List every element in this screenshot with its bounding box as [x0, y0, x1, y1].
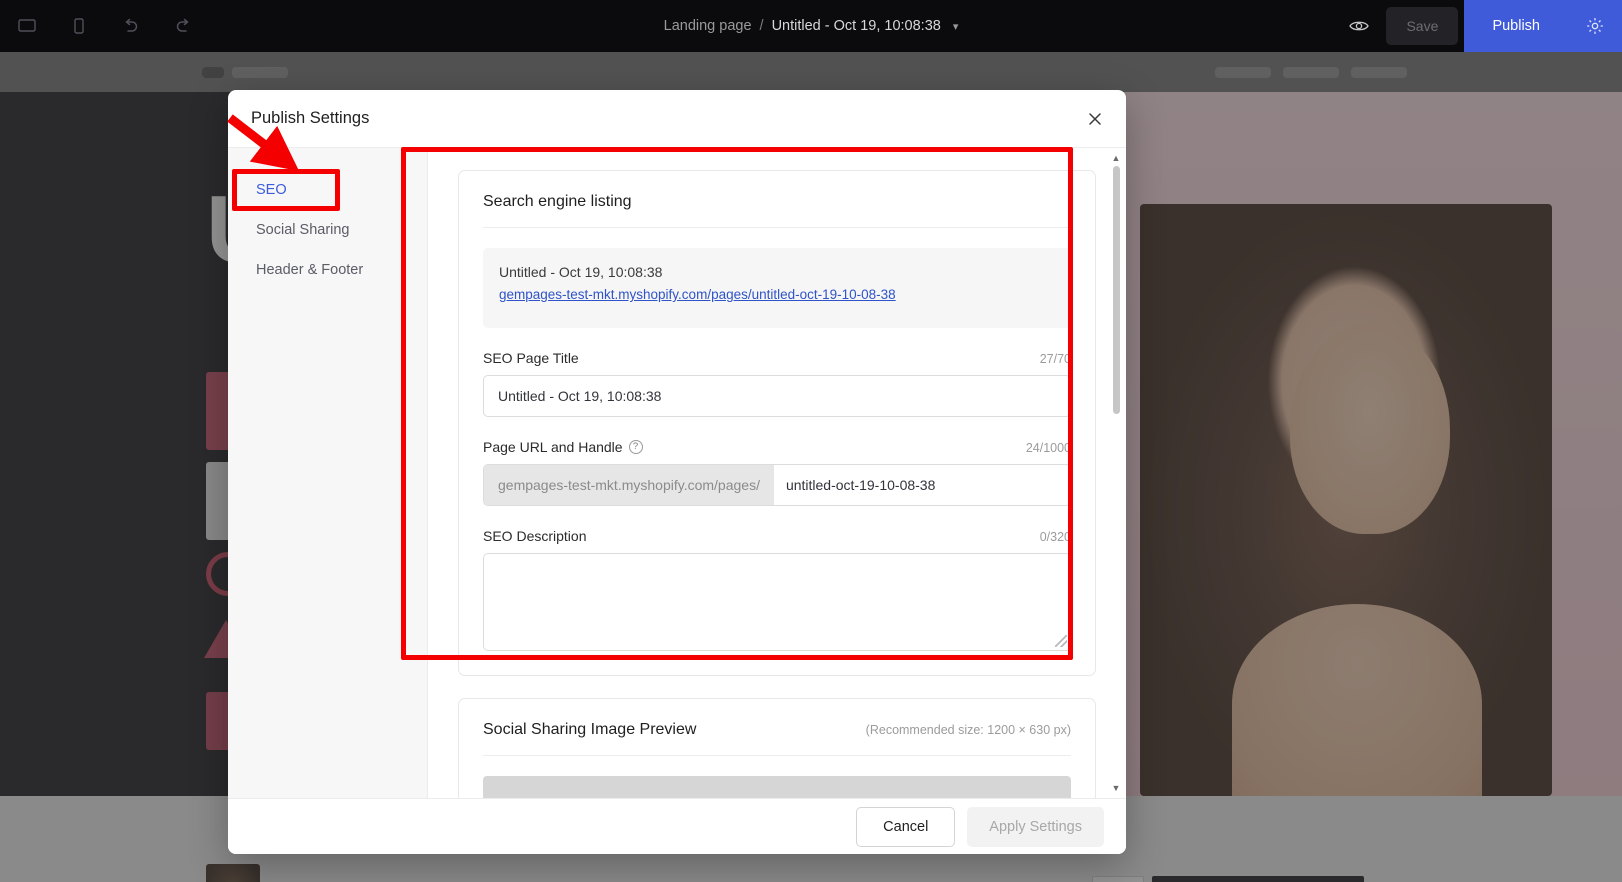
publish-settings-modal: Publish Settings SEO Social Sharing Head…: [228, 90, 1126, 854]
page-title[interactable]: Untitled - Oct 19, 10:08:38: [772, 18, 941, 34]
seo-page-title-label: SEO Page Title: [483, 350, 579, 366]
page-url-handle-input-group: gempages-test-mkt.myshopify.com/pages/ u…: [483, 464, 1071, 506]
desktop-view-icon[interactable]: [6, 6, 48, 46]
scrollbar-track[interactable]: [1113, 158, 1120, 788]
undo-icon[interactable]: [110, 6, 152, 46]
page-url-handle-label-text: Page URL and Handle: [483, 439, 623, 455]
search-engine-listing-title: Search engine listing: [483, 193, 632, 211]
serp-preview: Untitled - Oct 19, 10:08:38 gempages-tes…: [483, 248, 1071, 328]
field-header: SEO Page Title 27/70: [483, 350, 1071, 366]
redo-icon[interactable]: [162, 6, 204, 46]
gear-icon[interactable]: [1568, 0, 1622, 52]
scroll-up-arrow-icon[interactable]: ▲: [1110, 152, 1122, 164]
serp-preview-url[interactable]: gempages-test-mkt.myshopify.com/pages/un…: [499, 287, 1055, 302]
publish-button[interactable]: Publish: [1464, 0, 1568, 52]
breadcrumb-separator: /: [760, 18, 764, 34]
sidebar-item-label: SEO: [256, 182, 287, 198]
seo-description-field: SEO Description 0/320: [483, 528, 1071, 651]
close-icon[interactable]: [1080, 104, 1110, 134]
modal-body: SEO Social Sharing Header & Footer Searc…: [228, 148, 1126, 798]
cancel-button[interactable]: Cancel: [856, 807, 955, 847]
seo-page-title-field: SEO Page Title 27/70 Untitled - Oct 19, …: [483, 350, 1071, 417]
sidebar-item-label: Social Sharing: [256, 222, 350, 238]
field-header: Page URL and Handle ? 24/1000: [483, 439, 1071, 455]
seo-page-title-input[interactable]: Untitled - Oct 19, 10:08:38: [483, 375, 1071, 417]
modal-sidebar: SEO Social Sharing Header & Footer: [228, 148, 428, 798]
screen-root: U Taste + Buy Now: [0, 0, 1622, 882]
card-title: Social Sharing Image Preview (Recommende…: [483, 721, 1071, 756]
scroll-down-arrow-icon[interactable]: ▼: [1110, 782, 1122, 794]
modal-header: Publish Settings: [228, 90, 1126, 148]
settings-scroll-area: Search engine listing Untitled - Oct 19,…: [428, 148, 1126, 798]
eye-icon[interactable]: [1332, 0, 1386, 52]
modal-content-panel: Search engine listing Untitled - Oct 19,…: [428, 148, 1126, 798]
top-bar-actions: Save Publish: [1332, 0, 1622, 52]
serp-preview-title: Untitled - Oct 19, 10:08:38: [499, 264, 1055, 280]
page-url-handle-counter: 24/1000: [1026, 441, 1071, 455]
sidebar-item-header-footer[interactable]: Header & Footer: [228, 250, 427, 290]
seo-description-textarea[interactable]: [483, 553, 1071, 651]
social-sharing-image-title: Social Sharing Image Preview: [483, 721, 696, 739]
seo-description-counter: 0/320: [1040, 530, 1071, 544]
search-engine-listing-card: Search engine listing Untitled - Oct 19,…: [458, 170, 1096, 676]
mobile-view-icon[interactable]: [58, 6, 100, 46]
editor-top-bar: Landing page / Untitled - Oct 19, 10:08:…: [0, 0, 1622, 52]
modal-title: Publish Settings: [251, 109, 369, 128]
field-header: SEO Description 0/320: [483, 528, 1071, 544]
sidebar-item-label: Header & Footer: [256, 262, 363, 278]
page-handle-input[interactable]: untitled-oct-19-10-08-38: [774, 465, 1070, 505]
help-circle-icon[interactable]: ?: [629, 440, 643, 454]
resize-handle-icon[interactable]: [1055, 635, 1067, 647]
breadcrumb-root[interactable]: Landing page: [664, 18, 752, 34]
sidebar-item-seo[interactable]: SEO: [228, 170, 427, 210]
save-button[interactable]: Save: [1386, 7, 1458, 45]
page-url-handle-field: Page URL and Handle ? 24/1000 gempages-t…: [483, 439, 1071, 506]
seo-page-title-counter: 27/70: [1040, 352, 1071, 366]
apply-settings-button: Apply Settings: [967, 807, 1104, 847]
social-sharing-size-hint: (Recommended size: 1200 × 630 px): [866, 723, 1071, 737]
social-image-placeholder[interactable]: [483, 776, 1071, 798]
page-url-prefix: gempages-test-mkt.myshopify.com/pages/: [484, 465, 774, 505]
card-title: Search engine listing: [483, 193, 1071, 228]
settings-scrollbar[interactable]: [1113, 158, 1120, 788]
chevron-down-icon[interactable]: ▾: [953, 20, 959, 33]
seo-description-label: SEO Description: [483, 528, 586, 544]
social-sharing-image-card: Social Sharing Image Preview (Recommende…: [458, 698, 1096, 798]
sidebar-item-social-sharing[interactable]: Social Sharing: [228, 210, 427, 250]
modal-footer: Cancel Apply Settings: [228, 798, 1126, 854]
scrollbar-thumb[interactable]: [1113, 166, 1120, 414]
view-controls: [0, 6, 204, 46]
page-url-handle-label: Page URL and Handle ?: [483, 439, 643, 455]
